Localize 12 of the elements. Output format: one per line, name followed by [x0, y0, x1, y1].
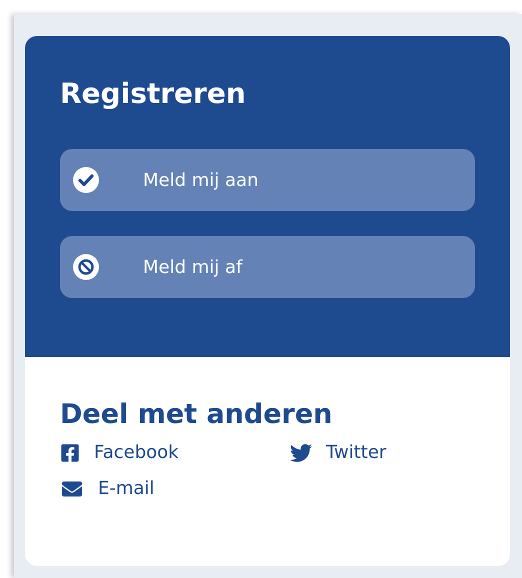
ban-icon — [73, 254, 99, 280]
check-icon — [73, 167, 99, 193]
share-link[interactable]: E-mail — [60, 477, 154, 501]
share-title: Deel met anderen — [60, 398, 334, 432]
share-link[interactable]: Twitter — [290, 441, 386, 465]
register-title: Registreren — [60, 76, 247, 112]
share-link[interactable]: Facebook — [60, 441, 179, 465]
register-button[interactable]: Meld mij af — [60, 236, 475, 298]
envelope-icon — [60, 479, 84, 499]
facebook-icon — [60, 443, 80, 463]
register-button[interactable]: Meld mij aan — [60, 149, 475, 211]
twitter-icon — [290, 442, 312, 464]
